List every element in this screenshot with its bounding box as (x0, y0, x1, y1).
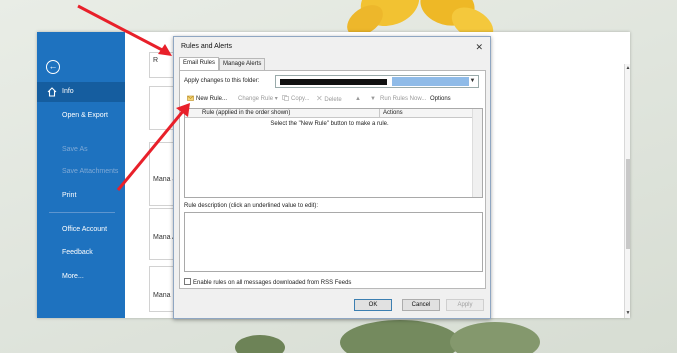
column-header-rule[interactable]: Rule (applied in the order shown) (185, 109, 380, 118)
nav-save-as: Save As (37, 140, 125, 160)
backstage-nav: ← Info Open & Export Save As Save Attach… (37, 32, 125, 318)
nav-label: Open & Export (62, 112, 108, 119)
folder-dropdown[interactable]: ▼ (275, 75, 479, 88)
tile-label: R (153, 57, 159, 64)
apply-button: Apply (446, 299, 484, 311)
column-header-actions[interactable]: Actions (380, 109, 473, 118)
back-arrow-icon[interactable]: ← (46, 60, 60, 74)
run-rules-now-button: Run Rules Now... (380, 93, 426, 105)
chevron-down-icon[interactable]: ▼ (468, 77, 477, 86)
rss-rules-option[interactable]: Enable rules on all messages downloaded … (184, 278, 351, 287)
nav-feedback[interactable]: Feedback (37, 243, 125, 263)
nav-open-export[interactable]: Open & Export (37, 106, 125, 126)
nav-label: Save As (62, 146, 88, 153)
scroll-up-icon[interactable]: ▲ (625, 65, 631, 72)
rules-toolbar: New Rule... Change Rule ▾ Copy... ✕ Dele… (184, 93, 484, 105)
nav-divider (49, 212, 115, 213)
rules-and-alerts-dialog: Rules and Alerts ✕ Email Rules Manage Al… (173, 36, 491, 319)
nav-label: Save Attachments (62, 168, 119, 175)
move-up-icon: ▲ (355, 96, 361, 102)
rule-description-box (184, 212, 483, 272)
redacted-folder-name (280, 79, 387, 85)
email-rules-panel: Apply changes to this folder: ▼ New Rule… (179, 70, 486, 289)
copy-button: Copy... (282, 93, 310, 105)
change-rule-label: Change Rule (238, 96, 274, 102)
scroll-down-icon[interactable]: ▼ (625, 310, 631, 317)
tab-email-rules[interactable]: Email Rules (179, 57, 220, 70)
dropdown-arrow-icon: ▾ (274, 96, 278, 102)
nav-office-account[interactable]: Office Account (37, 220, 125, 240)
ok-button[interactable]: OK (354, 299, 392, 311)
folder-selection-highlight (392, 77, 469, 86)
change-rule-button: Change Rule ▾ (238, 93, 278, 105)
folder-label: Apply changes to this folder: (184, 78, 260, 84)
copy-label: Copy... (291, 96, 310, 102)
rules-list-scrollbar[interactable] (472, 109, 482, 197)
dialog-title: Rules and Alerts (181, 43, 232, 50)
nav-label: Office Account (62, 226, 108, 233)
delete-x-icon: ✕ (316, 94, 323, 103)
cancel-button[interactable]: Cancel (402, 299, 440, 311)
nav-label: Feedback (62, 249, 93, 256)
new-rule-label: New Rule... (196, 96, 228, 102)
nav-more[interactable]: More... (37, 267, 125, 287)
new-rule-icon (187, 95, 194, 101)
tab-manage-alerts[interactable]: Manage Alerts (219, 58, 266, 70)
empty-rules-message: Select the "New Rule" button to make a r… (270, 121, 389, 127)
run-rules-label: Run Rules Now... (380, 96, 427, 102)
delete-button: ✕ Delete (316, 93, 342, 106)
scroll-thumb[interactable] (626, 159, 630, 249)
rule-description-label: Rule description (click an underlined va… (184, 203, 319, 209)
home-icon (47, 87, 57, 97)
nav-label: More... (62, 273, 84, 280)
rss-checkbox-label: Enable rules on all messages downloaded … (193, 280, 352, 286)
copy-icon (282, 95, 289, 101)
options-label: Options (430, 96, 451, 102)
options-button[interactable]: Options (430, 93, 451, 105)
nav-print[interactable]: Print (37, 186, 125, 206)
rules-list[interactable]: Rule (applied in the order shown) Action… (184, 108, 483, 198)
content-scrollbar[interactable]: ▲ ▼ (624, 64, 630, 318)
delete-label: Delete (324, 97, 342, 103)
move-down-icon: ▼ (370, 96, 376, 102)
rss-checkbox[interactable] (184, 278, 191, 285)
nav-save-attachments: Save Attachments (37, 162, 125, 182)
close-icon[interactable]: ✕ (475, 42, 483, 53)
tile-label: Mana (153, 292, 171, 299)
nav-info[interactable]: Info (37, 82, 125, 102)
nav-label: Print (62, 192, 77, 199)
nav-info-label: Info (62, 88, 74, 95)
new-rule-button[interactable]: New Rule... (187, 93, 227, 105)
